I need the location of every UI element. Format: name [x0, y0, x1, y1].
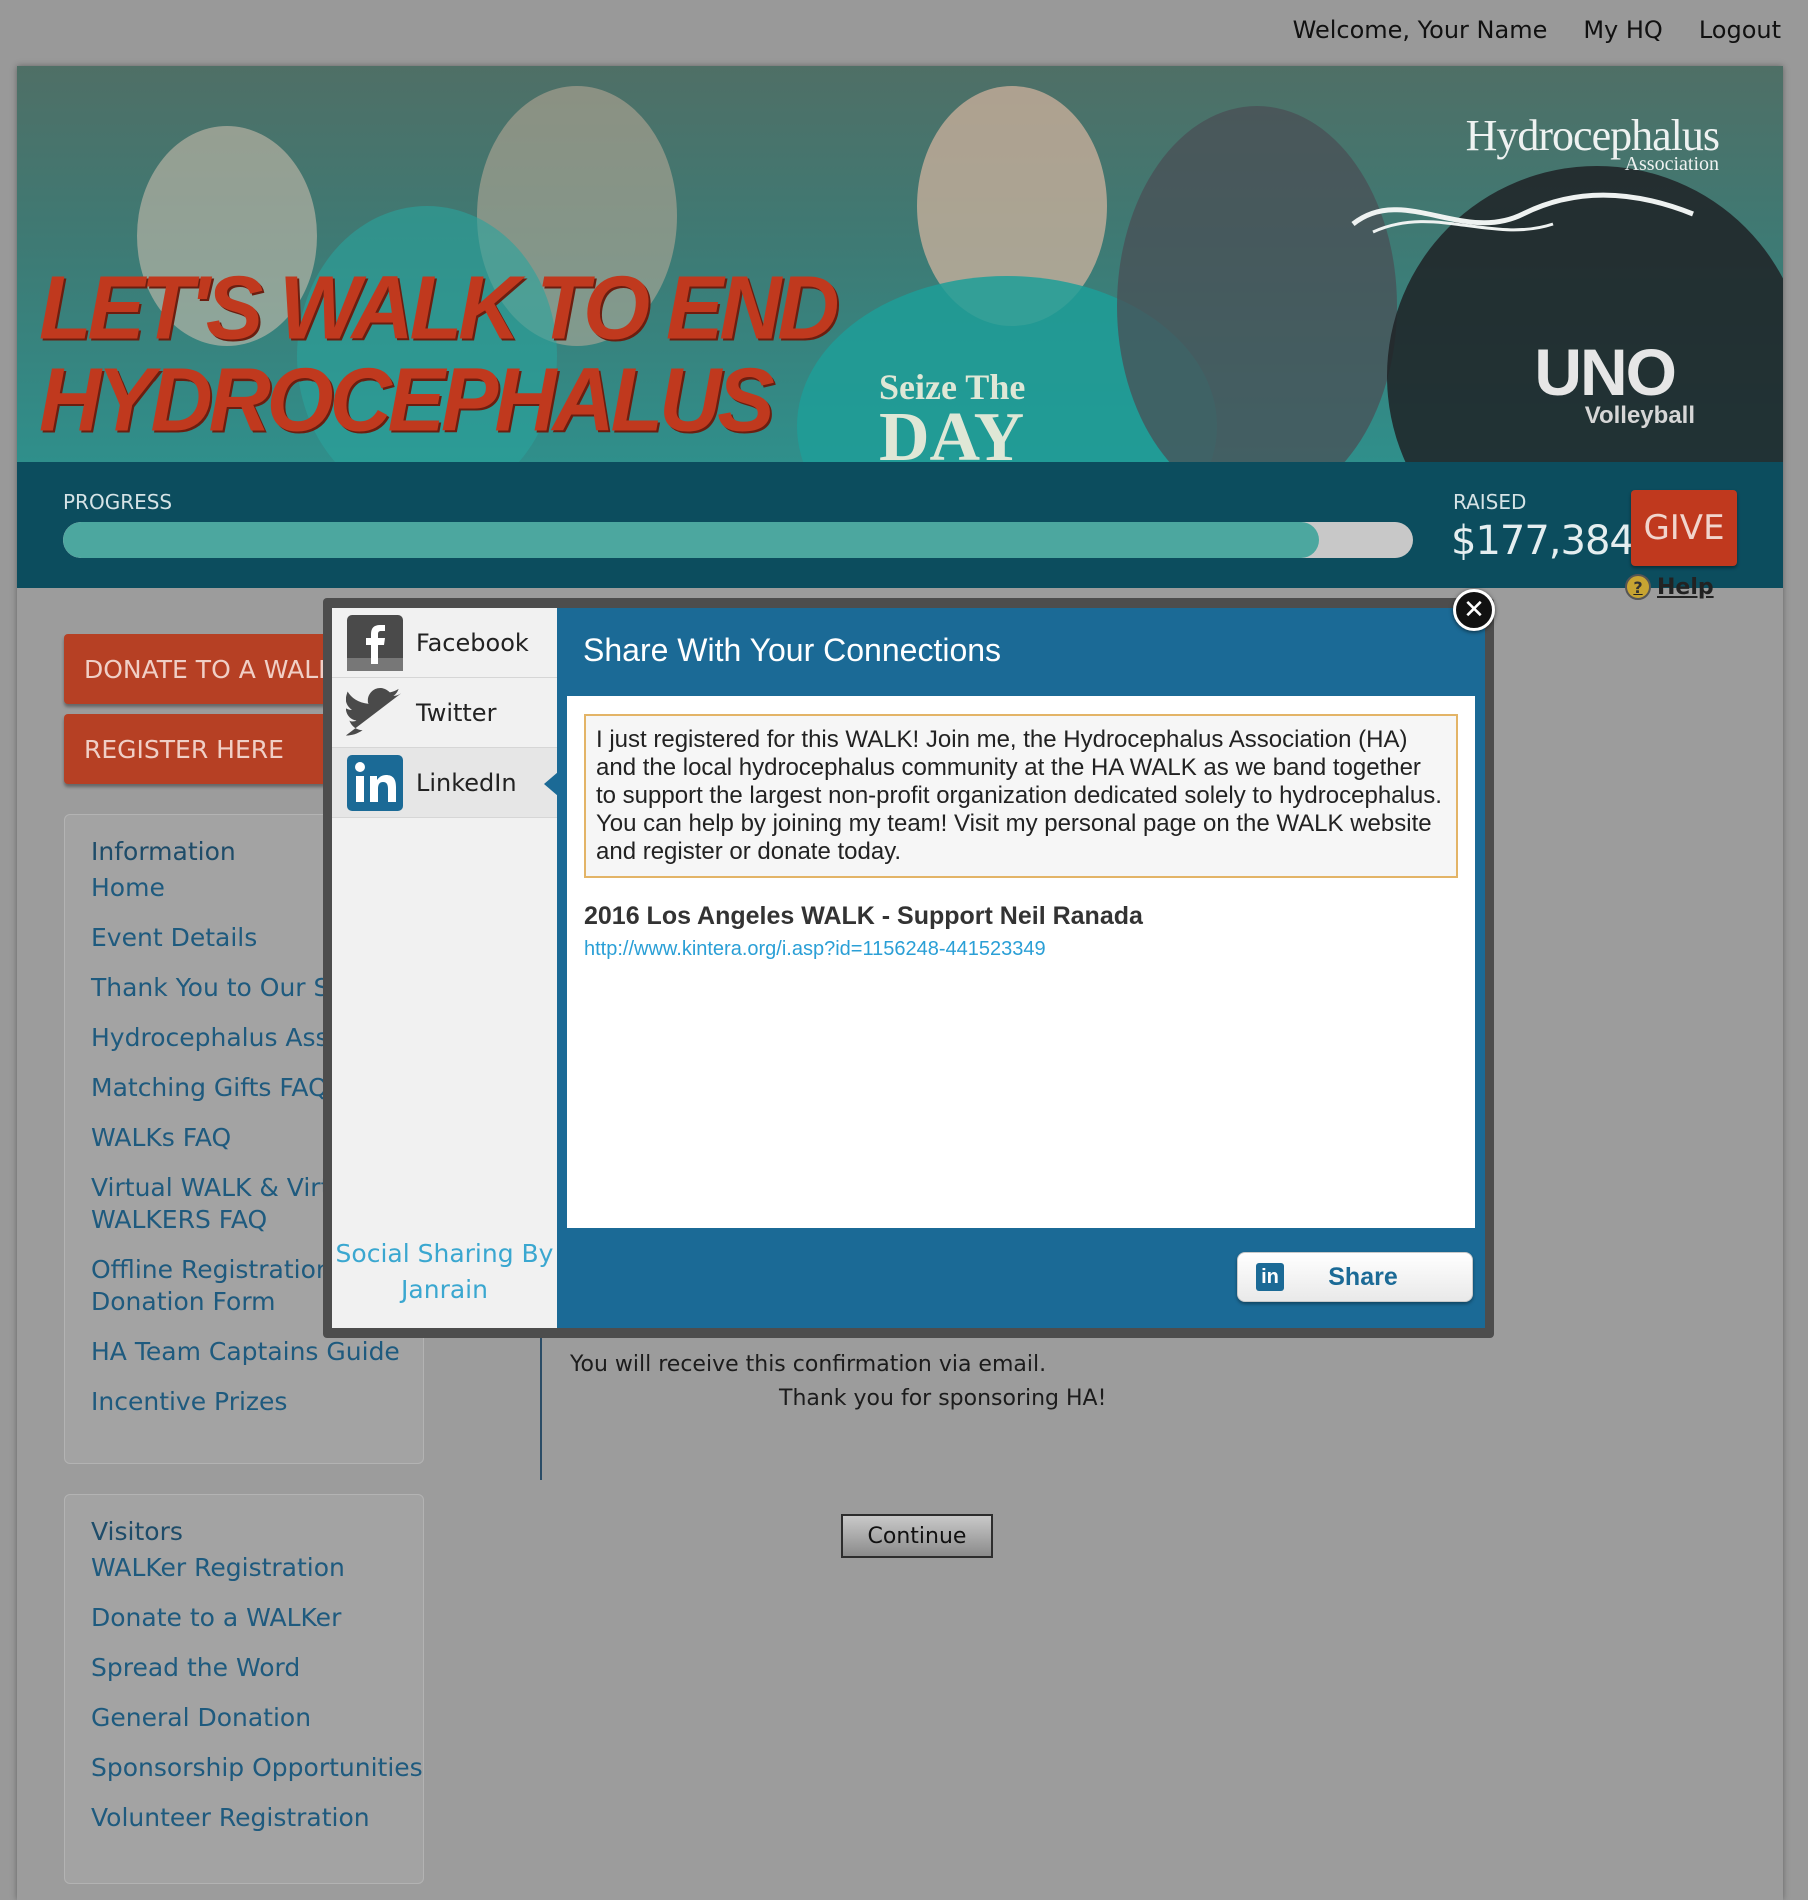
progress-strip: PROGRESS RAISED $177,384 GIVE: [17, 462, 1783, 588]
shared-link-title: 2016 Los Angeles WALK - Support Neil Ran…: [584, 902, 1143, 930]
share-button-label: Share: [1328, 1262, 1398, 1291]
hero-uno-sub: Volleyball: [1584, 402, 1695, 429]
network-linkedin[interactable]: LinkedIn: [332, 748, 558, 818]
raised-label: RAISED: [1453, 490, 1527, 514]
help-label: Help: [1657, 574, 1714, 600]
nav-item-donate-walker[interactable]: Donate to a WALKer: [91, 1602, 397, 1634]
hero-uno-text: UNO: [1534, 335, 1677, 409]
share-message-input[interactable]: I just registered for this WALK! Join me…: [584, 714, 1458, 878]
help-link[interactable]: ? Help: [1625, 574, 1714, 600]
progress-bar-fill: [63, 522, 1319, 558]
close-icon[interactable]: ✕: [1453, 589, 1495, 631]
visitors-nav: Visitors WALKer Registration Donate to a…: [64, 1494, 424, 1884]
hero-shirt-text: Seize The DAY: [879, 367, 1026, 462]
progress-label: PROGRESS: [63, 490, 173, 514]
hydrocephalus-logo: Hydrocephalus Association: [1465, 111, 1720, 175]
email-confirmation-note: You will receive this confirmation via e…: [570, 1352, 1047, 1377]
hero-title: LET'S WALK TO END HYDROCEPHALUS: [39, 257, 840, 451]
logo-swirl-icon: [1351, 192, 1694, 234]
visitors-heading: Visitors: [91, 1517, 183, 1546]
facebook-label: Facebook: [416, 628, 529, 657]
top-nav: Welcome, Your Name My HQ Logout: [1293, 16, 1781, 44]
share-panel: Share With Your Connections I just regis…: [557, 608, 1485, 1328]
twitter-label: Twitter: [416, 698, 497, 727]
welcome-text: Welcome, Your Name: [1292, 16, 1548, 44]
network-list: Facebook Twitter LinkedIn Social Sharing…: [332, 608, 558, 1328]
nav-item-incentive-prizes[interactable]: Incentive Prizes: [91, 1386, 397, 1418]
nav-item-team-captains-guide[interactable]: HA Team Captains Guide: [91, 1336, 400, 1368]
twitter-icon: [346, 684, 404, 742]
network-twitter[interactable]: Twitter: [332, 678, 557, 748]
powered-by-janrain[interactable]: Social Sharing By Janrain: [332, 1236, 557, 1308]
nav-item-spread-word[interactable]: Spread the Word: [91, 1652, 397, 1684]
give-button[interactable]: GIVE: [1631, 490, 1737, 566]
continue-button[interactable]: Continue: [841, 1514, 993, 1558]
facebook-icon: [346, 614, 404, 672]
nav-item-general-donation[interactable]: General Donation: [91, 1702, 397, 1734]
modal-title: Share With Your Connections: [583, 632, 1002, 668]
linkedin-share-button[interactable]: in Share: [1237, 1252, 1473, 1302]
nav-item-sponsorship[interactable]: Sponsorship Opportunities: [91, 1752, 423, 1784]
linkedin-small-icon: in: [1256, 1263, 1284, 1291]
network-facebook[interactable]: Facebook: [332, 608, 557, 678]
thanks-message: Thank you for sponsoring HA!: [779, 1386, 1107, 1411]
linkedin-icon: [346, 754, 404, 812]
help-icon: ?: [1625, 574, 1651, 600]
shared-link-url[interactable]: http://www.kintera.org/i.asp?id=1156248-…: [584, 938, 1046, 961]
logout-link[interactable]: Logout: [1699, 16, 1781, 44]
my-hq-link[interactable]: My HQ: [1583, 16, 1662, 44]
hero-banner: LET'S WALK TO END HYDROCEPHALUS Seize Th…: [17, 66, 1783, 462]
nav-item-walker-registration[interactable]: WALKer Registration: [91, 1552, 397, 1584]
nav-item-volunteer-registration[interactable]: Volunteer Registration: [91, 1802, 397, 1834]
progress-bar: [63, 522, 1413, 558]
raised-amount: $177,384: [1451, 518, 1635, 564]
linkedin-label: LinkedIn: [416, 768, 517, 797]
share-content: I just registered for this WALK! Join me…: [567, 696, 1475, 1228]
share-modal: Facebook Twitter LinkedIn Social Sharing…: [323, 598, 1494, 1338]
